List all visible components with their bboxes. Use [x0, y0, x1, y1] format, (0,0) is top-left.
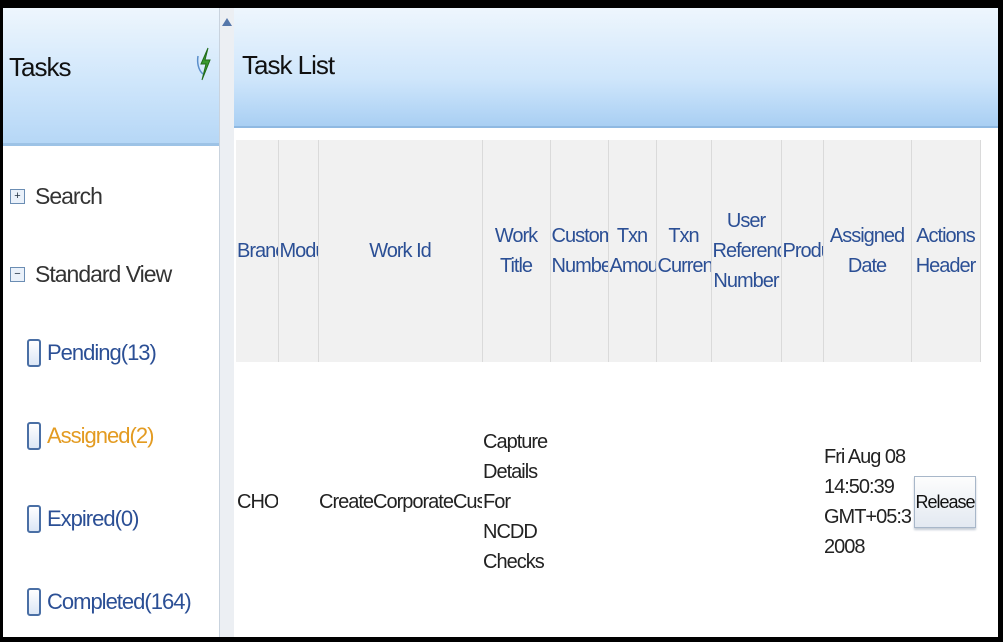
- view-icon: [27, 422, 41, 450]
- table-header-row: Branch Module Work Id Work Title Custome…: [236, 140, 981, 362]
- tasks-panel-title: Tasks: [9, 52, 71, 82]
- column-header-product[interactable]: Product: [781, 140, 824, 362]
- cell-txn-amount: [608, 362, 656, 642]
- task-list-panel: Task List Branch Module Work Id Work Tit…: [234, 8, 998, 637]
- column-header-work-id[interactable]: Work Id: [318, 140, 483, 362]
- cell-work-id: CreateCorporateCustomer22063: [319, 491, 482, 513]
- cell-customer-number: [550, 362, 608, 642]
- window-frame-bottom: [0, 637, 1003, 642]
- column-header-txn-amount[interactable]: Txn Amount: [608, 140, 657, 362]
- view-item-pending[interactable]: Pending(13): [27, 339, 157, 367]
- view-icon: [27, 505, 41, 533]
- panel-splitter[interactable]: [219, 8, 235, 637]
- view-link-assigned[interactable]: Assigned(2): [47, 423, 154, 449]
- task-list-header: Task List: [234, 8, 998, 128]
- view-item-completed[interactable]: Completed(164): [27, 588, 192, 616]
- column-header-user-reference-number[interactable]: User Reference Number: [711, 140, 782, 362]
- cell-user-reference-number: [711, 362, 781, 642]
- table-row[interactable]: CHO CreateCorporateCustomer22063 Capture…: [236, 362, 980, 642]
- window-frame-right: [998, 0, 1003, 642]
- cell-branch: CHO: [237, 491, 278, 513]
- cell-txn-currency: [656, 362, 711, 642]
- column-header-customer-number[interactable]: Customer Number: [550, 140, 609, 362]
- tree-node-search-label[interactable]: Search: [35, 183, 103, 210]
- expand-icon[interactable]: +: [10, 189, 25, 204]
- collapse-arrow-icon[interactable]: [222, 18, 232, 26]
- cell-actions: Release: [911, 362, 980, 642]
- tree-node-standard-view[interactable]: − Standard View: [10, 261, 172, 288]
- column-header-assigned-date[interactable]: Assigned Date: [823, 140, 912, 362]
- column-header-work-title[interactable]: Work Title: [482, 140, 551, 362]
- refresh-icon[interactable]: [195, 44, 215, 88]
- tasks-panel-header: Tasks: [3, 8, 219, 146]
- task-table: Branch Module Work Id Work Title Custome…: [236, 140, 981, 642]
- column-header-branch[interactable]: Branch: [236, 140, 279, 362]
- column-header-txn-currency[interactable]: Txn Currency: [656, 140, 712, 362]
- release-button[interactable]: Release: [914, 476, 976, 528]
- cell-module: [278, 362, 318, 642]
- view-item-expired[interactable]: Expired(0): [27, 505, 139, 533]
- view-link-pending[interactable]: Pending(13): [47, 340, 157, 366]
- cell-assigned-date: Fri Aug 08 14:50:39 GMT+05:30 2008: [824, 446, 911, 558]
- cell-work-title: Capture Details For NCDD Checks: [483, 431, 548, 573]
- tasks-panel: Tasks + Search − Standard View Pending(1…: [3, 8, 219, 637]
- view-item-assigned[interactable]: Assigned(2): [27, 422, 154, 450]
- cell-product: [781, 362, 823, 642]
- column-header-module[interactable]: Module: [278, 140, 319, 362]
- column-header-actions: Actions Header: [911, 140, 981, 362]
- tree-node-standard-view-label[interactable]: Standard View: [35, 261, 172, 288]
- view-link-expired[interactable]: Expired(0): [47, 506, 139, 532]
- view-icon: [27, 339, 41, 367]
- view-icon: [27, 588, 41, 616]
- task-list-title: Task List: [242, 50, 335, 80]
- collapse-icon[interactable]: −: [10, 267, 25, 282]
- tree-node-search[interactable]: + Search: [10, 183, 103, 210]
- window-frame-top: [0, 0, 1003, 8]
- view-link-completed[interactable]: Completed(164): [47, 589, 192, 615]
